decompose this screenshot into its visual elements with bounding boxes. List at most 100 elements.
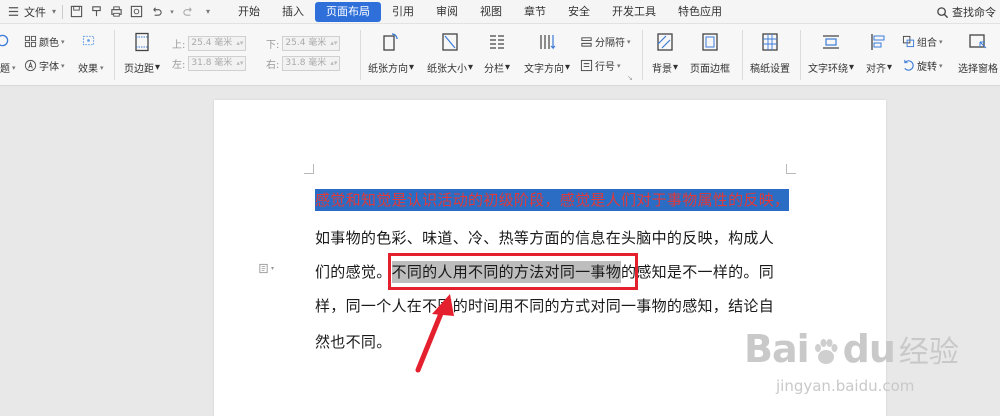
color-grid-icon [24, 35, 37, 48]
doc-line-3-before: 们的感觉。 [315, 263, 392, 281]
hamburger-icon [6, 5, 20, 19]
tab-insert[interactable]: 插入 [271, 2, 315, 22]
rotate-label: 旋转 [917, 62, 937, 73]
columns-label: 分栏 [484, 64, 504, 75]
margin-bottom-field[interactable]: 下: 25.4 毫米 ▴▾ [266, 36, 341, 51]
font-button[interactable]: 字体 ▾ [24, 58, 65, 73]
tab-references[interactable]: 引用 [381, 2, 425, 22]
divider [800, 30, 801, 80]
rotate-button[interactable]: 旋转 ▾ [902, 58, 943, 73]
paw-icon [814, 339, 838, 364]
chevron-down-icon: ▾ [61, 37, 65, 46]
effect-label: 效果 [78, 64, 98, 75]
baidu-logo: Bai du 经验 [744, 327, 959, 371]
page-border-label: 页面边框 [690, 64, 730, 75]
align-label: 对齐 [866, 64, 886, 75]
background-label: 背景 [652, 64, 672, 75]
save-icon[interactable] [69, 5, 83, 19]
quick-access-toolbar: ▾ ▾ [69, 5, 215, 19]
chevron-down-icon: ▾ [271, 265, 275, 272]
background-button[interactable]: 背景 ▾ [652, 32, 678, 75]
tab-developer[interactable]: 开发工具 [601, 2, 667, 22]
theme-dropdown[interactable]: 题 ▾ [0, 60, 16, 76]
text-direction-button[interactable]: 文字方向 ▾ [524, 32, 570, 75]
chevron-down-icon: ▾ [939, 61, 943, 70]
chevron-down-icon: ▾ [52, 7, 57, 16]
undo-dropdown-icon[interactable]: ▾ [169, 5, 175, 19]
paper-size-icon [442, 33, 458, 51]
margins-icon [135, 32, 149, 52]
palette-icon [0, 34, 9, 47]
watermark-url: jingyan.baidu.com [776, 377, 915, 395]
margin-bottom-value: 25.4 毫米 [285, 38, 327, 48]
document-icon [259, 263, 268, 274]
file-menu-label: 文件 [24, 5, 46, 19]
columns-button[interactable]: 分栏 ▾ [484, 32, 510, 75]
text-wrap-icon [823, 35, 840, 49]
format-painter-icon[interactable] [89, 5, 103, 19]
align-icon [871, 34, 885, 50]
tab-review[interactable]: 审阅 [425, 2, 469, 22]
selection-pane-button[interactable]: 选择窗格 [958, 32, 998, 75]
redo-icon[interactable] [181, 5, 195, 19]
tab-chapter[interactable]: 章节 [513, 2, 557, 22]
tab-view[interactable]: 视图 [469, 2, 513, 22]
file-menu[interactable]: 文件 ▾ [0, 4, 56, 20]
margins-button[interactable]: 页边距 ▾ [124, 32, 160, 75]
draft-paper-icon [762, 33, 778, 51]
text-wrap-button[interactable]: 文字环绕 ▾ [808, 32, 854, 75]
margin-top-field[interactable]: 上: 25.4 毫米 ▴▾ [172, 36, 247, 51]
print-icon[interactable] [109, 5, 123, 19]
orientation-icon [383, 33, 398, 51]
spinner-icon[interactable]: ▴▾ [236, 37, 245, 50]
customize-toolbar-icon[interactable]: ▾ [201, 5, 215, 19]
orientation-button[interactable]: 纸张方向 ▾ [368, 32, 414, 75]
page-border-button[interactable]: 页面边框 [690, 32, 730, 75]
margin-right-field[interactable]: 右: 31.8 毫米 ▴▾ [266, 56, 341, 71]
divider [114, 30, 115, 80]
dialog-launcher-icon[interactable]: ↘ [627, 74, 633, 82]
effect-icon-button[interactable] [82, 34, 95, 47]
align-button[interactable]: 对齐 ▾ [866, 32, 892, 75]
line-numbers-button[interactable]: 行号 ▾ [580, 58, 621, 73]
highlighted-text[interactable]: 感觉和知觉是认识活动的初级阶段，感觉是人们对于事物属性的反映， [315, 189, 790, 211]
divider [360, 30, 361, 80]
draft-paper-button[interactable]: 稿纸设置 [750, 32, 790, 75]
doc-line-5[interactable]: 然也不同。 [315, 331, 392, 352]
margins-label: 页边距 [124, 64, 154, 75]
breaks-icon [580, 35, 593, 48]
margin-left-value: 31.8 毫米 [191, 58, 233, 68]
breaks-button[interactable]: 分隔符 ▾ [580, 34, 631, 49]
margin-bottom-label: 下: [266, 40, 280, 51]
tab-security[interactable]: 安全 [557, 2, 601, 22]
chevron-down-icon: ▾ [61, 61, 65, 70]
color-button[interactable]: 颜色 ▾ [24, 34, 65, 49]
spinner-icon[interactable]: ▴▾ [330, 57, 339, 70]
spinner-icon[interactable]: ▴▾ [330, 37, 339, 50]
doc-line-2[interactable]: 如事物的色彩、味道、冷、热等方面的信息在头脑中的反映，构成人 [315, 227, 774, 248]
find-command[interactable]: 查找命令 [935, 4, 996, 20]
background-icon [657, 33, 673, 51]
spinner-icon[interactable]: ▴▾ [236, 57, 245, 70]
doc-line-4[interactable]: 样，同一个人在不同的时间用不同的方式对同一事物的感知，结论自 [315, 295, 774, 316]
undo-icon[interactable] [149, 5, 163, 19]
font-icon [24, 59, 37, 72]
print-preview-icon[interactable] [129, 5, 143, 19]
chevron-down-icon: ▾ [12, 63, 16, 72]
chevron-down-icon: ▾ [100, 63, 104, 72]
paragraph-layout-handle[interactable]: ▾ [258, 263, 274, 274]
ribbon-tabs: 开始 插入 页面布局 引用 审阅 视图 章节 安全 开发工具 特色应用 [227, 1, 733, 22]
effect-dropdown[interactable]: 效果 ▾ [78, 60, 104, 76]
paper-size-button[interactable]: 纸张大小 ▾ [427, 32, 473, 75]
baidu-watermark: Bai du 经验 jingyan.baidu.com [738, 327, 978, 407]
tab-special-apps[interactable]: 特色应用 [667, 2, 733, 22]
tab-page-layout[interactable]: 页面布局 [315, 1, 382, 22]
doc-line-1[interactable]: 感觉和知觉是认识活动的初级阶段，感觉是人们对于事物属性的反映， [315, 189, 790, 211]
group-button[interactable]: 组合 ▾ [902, 34, 943, 49]
theme-button[interactable] [0, 34, 9, 47]
line-numbers-label: 行号 [595, 62, 615, 73]
tab-home[interactable]: 开始 [227, 2, 271, 22]
page-border-icon [702, 33, 718, 51]
margin-left-field[interactable]: 左: 31.8 毫米 ▴▾ [172, 56, 247, 71]
watermark-brand-du: du [842, 327, 896, 371]
